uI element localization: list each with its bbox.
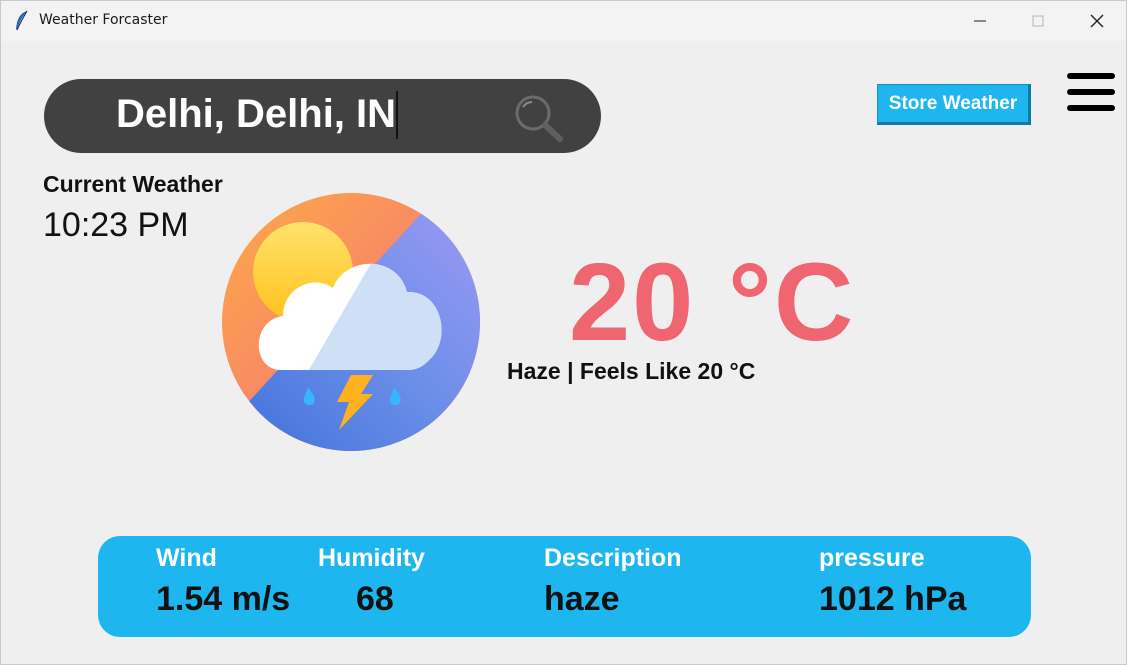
humidity-label: Humidity	[318, 544, 425, 572]
minimize-icon	[974, 20, 986, 22]
stats-panel: Wind 1.54 m/s Humidity 68 Description ha…	[98, 536, 1031, 637]
minimize-button[interactable]	[951, 1, 1009, 41]
title-bar: Weather Forcaster	[1, 1, 1126, 41]
search-input[interactable]: Delhi, Delhi, IN	[116, 92, 396, 137]
pressure-value: 1012 hPa	[819, 580, 967, 618]
cloud-rain-thunder-sun-icon	[222, 193, 480, 451]
window-title: Weather Forcaster	[39, 12, 168, 28]
text-caret	[396, 91, 398, 139]
close-button[interactable]	[1068, 1, 1126, 41]
wind-value: 1.54 m/s	[156, 580, 291, 618]
maximize-icon	[1032, 15, 1044, 27]
app-window: Weather Forcaster Delhi, Delhi, IN Store…	[0, 0, 1127, 665]
humidity-value: 68	[356, 580, 394, 618]
weather-summary: Haze | Feels Like 20 °C	[507, 358, 756, 384]
hamburger-menu-icon[interactable]	[1067, 73, 1115, 111]
search-icon[interactable]	[512, 93, 564, 143]
maximize-button[interactable]	[1009, 1, 1067, 41]
store-weather-button[interactable]: Store Weather	[877, 84, 1031, 125]
current-time: 10:23 PM	[43, 206, 189, 244]
close-icon	[1090, 14, 1104, 28]
search-bar[interactable]: Delhi, Delhi, IN	[44, 79, 601, 153]
wind-label: Wind	[156, 544, 217, 572]
description-value: haze	[544, 580, 620, 618]
current-weather-label: Current Weather	[43, 171, 223, 197]
pressure-label: pressure	[819, 544, 925, 572]
temperature-readout: 20 °C	[569, 241, 856, 364]
feather-icon	[16, 10, 28, 31]
description-label: Description	[544, 544, 682, 572]
